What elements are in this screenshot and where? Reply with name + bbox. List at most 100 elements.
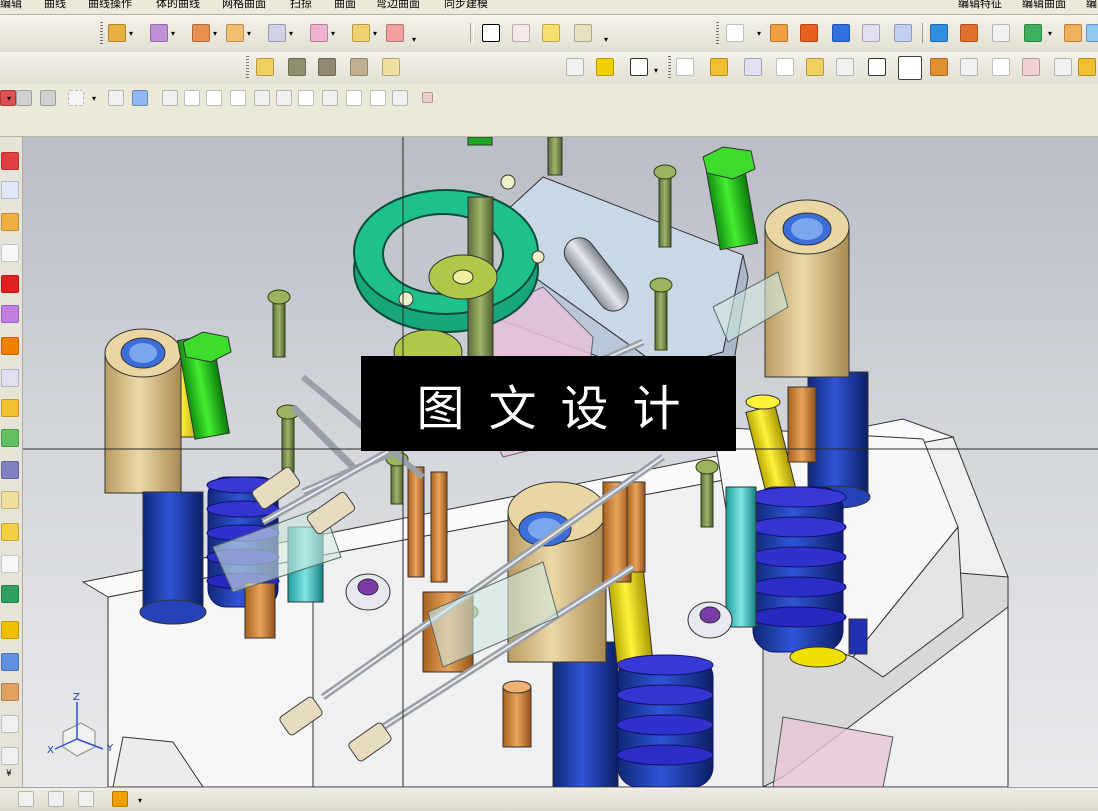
triangle-icon[interactable] bbox=[482, 24, 500, 42]
shield-icon[interactable] bbox=[800, 24, 818, 42]
revolve-icon[interactable] bbox=[150, 24, 168, 42]
part-nav-icon[interactable] bbox=[1, 213, 19, 231]
assembly-icon[interactable] bbox=[256, 58, 274, 76]
snap-line-icon[interactable] bbox=[206, 90, 222, 106]
process-studio-icon[interactable] bbox=[1, 369, 19, 387]
menu-sync-modeling[interactable]: 同步建模 bbox=[444, 0, 488, 11]
pattern-icon[interactable] bbox=[574, 24, 592, 42]
pick-edge-icon[interactable] bbox=[40, 90, 56, 106]
menu-curve[interactable]: 曲线 bbox=[44, 0, 66, 11]
note-icon[interactable] bbox=[630, 58, 648, 76]
book-icon[interactable] bbox=[770, 24, 788, 42]
assembly-nav-icon[interactable] bbox=[1, 152, 19, 170]
expand-icon[interactable]: ¥ bbox=[6, 769, 12, 779]
constraint-nav-icon[interactable] bbox=[1, 181, 19, 199]
plane-icon[interactable] bbox=[836, 58, 854, 76]
menu-body-curve[interactable]: 体的曲线 bbox=[156, 0, 200, 11]
snap-face-icon[interactable] bbox=[392, 90, 408, 106]
slot-icon[interactable] bbox=[352, 24, 370, 42]
sketch-icon[interactable] bbox=[542, 24, 560, 42]
graphics-window[interactable]: Z Y X 图文设计 bbox=[23, 137, 1098, 787]
system-material-icon[interactable] bbox=[1, 337, 19, 355]
snap-midpoint-icon[interactable] bbox=[184, 90, 200, 106]
beam-icon[interactable] bbox=[930, 24, 948, 42]
snap-curve-icon[interactable] bbox=[254, 90, 270, 106]
web-browser-icon[interactable] bbox=[1, 275, 19, 293]
menu-edit-more[interactable]: 编 bbox=[1086, 0, 1097, 11]
snap-intersect-icon[interactable] bbox=[346, 90, 362, 106]
point-icon[interactable] bbox=[566, 58, 584, 76]
move-object-icon[interactable] bbox=[112, 791, 128, 807]
chart-nav-icon[interactable] bbox=[1, 585, 19, 603]
solid-filter-icon[interactable] bbox=[108, 90, 124, 106]
box-select-icon[interactable] bbox=[68, 90, 84, 106]
render-icon[interactable] bbox=[1078, 58, 1096, 76]
view-icon[interactable] bbox=[1054, 58, 1072, 76]
menu-flange-surface[interactable]: 弯边曲面 bbox=[376, 0, 420, 11]
gear-block-icon[interactable] bbox=[596, 58, 614, 76]
sheet-nav-icon[interactable] bbox=[1, 715, 19, 733]
groove-icon[interactable] bbox=[386, 24, 404, 42]
snap-center-icon[interactable] bbox=[298, 90, 314, 106]
boss-icon[interactable] bbox=[226, 24, 244, 42]
block-icon[interactable] bbox=[832, 24, 850, 42]
delete-component-icon[interactable] bbox=[382, 58, 400, 76]
measure-icon[interactable] bbox=[992, 58, 1010, 76]
more-icon[interactable] bbox=[1086, 24, 1098, 42]
layer-stack-icon[interactable] bbox=[78, 791, 94, 807]
constraint-icon[interactable] bbox=[318, 58, 336, 76]
selection-lasso-icon[interactable] bbox=[18, 791, 34, 807]
snap-endpoint-icon[interactable] bbox=[162, 90, 178, 106]
compass-nav-icon[interactable] bbox=[1, 747, 19, 765]
history-icon[interactable] bbox=[1, 305, 19, 323]
component-icon[interactable] bbox=[288, 58, 306, 76]
menu-edit[interactable]: 编辑 bbox=[0, 0, 22, 11]
mold-nav-icon[interactable] bbox=[1, 653, 19, 671]
menu-sweep[interactable]: 扫掠 bbox=[290, 0, 312, 11]
menu-surface[interactable]: 曲面 bbox=[334, 0, 356, 11]
frame-nav-icon[interactable] bbox=[1, 555, 19, 573]
mate-icon[interactable] bbox=[350, 58, 368, 76]
document-icon[interactable] bbox=[676, 58, 694, 76]
snap-tangent-icon[interactable] bbox=[230, 90, 246, 106]
tools-icon[interactable] bbox=[898, 56, 922, 80]
pick-face-icon[interactable] bbox=[16, 90, 32, 106]
table-icon[interactable] bbox=[512, 24, 530, 42]
open-folder-icon[interactable] bbox=[710, 58, 728, 76]
axis-icon[interactable] bbox=[776, 58, 794, 76]
snap-existing-icon[interactable] bbox=[370, 90, 386, 106]
toolbar-grip[interactable] bbox=[100, 22, 103, 44]
grid-icon[interactable] bbox=[422, 92, 433, 103]
cube-nav-icon[interactable] bbox=[1, 523, 19, 541]
snap-perp-icon[interactable] bbox=[276, 90, 292, 106]
roles-icon[interactable] bbox=[1, 399, 19, 417]
sheet-filter-icon[interactable] bbox=[132, 90, 148, 106]
pad-icon[interactable] bbox=[310, 24, 328, 42]
frame-icon[interactable] bbox=[806, 58, 824, 76]
cube-icon[interactable] bbox=[1064, 24, 1082, 42]
snap-quadrant-icon[interactable] bbox=[322, 90, 338, 106]
menu-edit-feature[interactable]: 编辑特征 bbox=[958, 0, 1002, 11]
surface-icon[interactable] bbox=[1, 461, 19, 479]
system-scene-icon[interactable] bbox=[1, 429, 19, 447]
stack-orange-icon[interactable] bbox=[930, 58, 948, 76]
wrench-icon[interactable] bbox=[48, 791, 64, 807]
hole-icon[interactable] bbox=[192, 24, 210, 42]
list-icon[interactable] bbox=[960, 58, 978, 76]
stack-icon[interactable] bbox=[960, 24, 978, 42]
section-icon[interactable] bbox=[1022, 58, 1040, 76]
blend-icon[interactable] bbox=[894, 24, 912, 42]
layer-icon[interactable] bbox=[744, 58, 762, 76]
menu-mesh-surface[interactable]: 网格曲面 bbox=[222, 0, 266, 11]
bracket-icon[interactable] bbox=[868, 58, 886, 76]
check-icon[interactable] bbox=[1, 491, 19, 509]
tools-nav-icon[interactable] bbox=[1, 683, 19, 701]
reuse-library-icon[interactable] bbox=[1, 244, 19, 262]
disc-icon[interactable] bbox=[862, 24, 880, 42]
menu-edit-surface[interactable]: 编辑曲面 bbox=[1022, 0, 1066, 11]
pocket-icon[interactable] bbox=[268, 24, 286, 42]
connect-icon[interactable] bbox=[992, 24, 1010, 42]
extrude-icon[interactable] bbox=[108, 24, 126, 42]
node-icon[interactable] bbox=[1024, 24, 1042, 42]
box-outline-icon[interactable] bbox=[726, 24, 744, 42]
